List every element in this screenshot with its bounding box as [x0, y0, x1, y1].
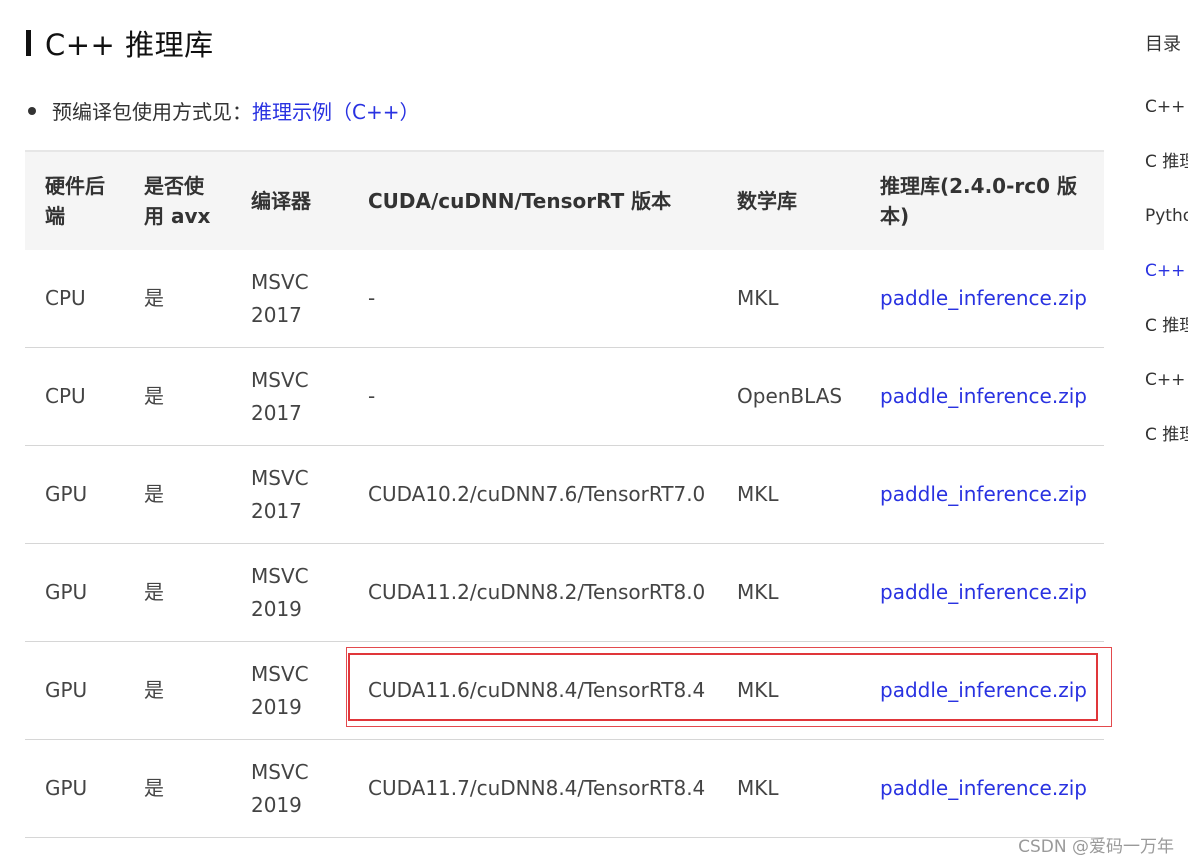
docs-page: C++ 推理库 预编译包使用方式见： 推理示例（C++） 硬件后端 是否使用 a… — [0, 0, 1188, 865]
column-header-avx: 是否使用 avx — [124, 150, 231, 250]
cell-download: paddle_inference.zip — [860, 641, 1104, 740]
cell-cuda-version: CUDA11.6/cuDNN8.4/TensorRT8.4 — [348, 641, 717, 740]
cell-hardware: GPU — [25, 739, 124, 838]
table-row: CPU 是 MSVC 2017 - MKL paddle_inference.z… — [25, 250, 1104, 348]
cell-hardware: CPU — [25, 250, 124, 348]
table-row: GPU 是 MSVC 2017 CUDA10.2/cuDNN7.6/Tensor… — [25, 445, 1104, 544]
download-link[interactable]: paddle_inference.zip — [880, 580, 1087, 604]
toc-title: 目录 — [1145, 34, 1181, 55]
column-header-cuda-version: CUDA/cuDNN/TensorRT 版本 — [348, 150, 717, 250]
download-link[interactable]: paddle_inference.zip — [880, 286, 1087, 310]
download-link[interactable]: paddle_inference.zip — [880, 384, 1087, 408]
cell-avx: 是 — [124, 250, 231, 348]
usage-note-text: 预编译包使用方式见： — [52, 100, 252, 124]
column-header-compiler: 编译器 — [231, 150, 348, 250]
cell-cuda-version: - — [348, 347, 717, 446]
toc-item[interactable]: C++ 推理库 — [1145, 365, 1188, 390]
cell-math-lib: MKL — [717, 739, 860, 838]
cell-cuda-version: CUDA11.7/cuDNN8.4/TensorRT8.4 — [348, 739, 717, 838]
cell-download: paddle_inference.zip — [860, 250, 1104, 348]
heading-accent-bar — [26, 30, 31, 56]
cell-compiler: MSVC 2017 — [231, 250, 348, 348]
cell-compiler: MSVC 2019 — [231, 543, 348, 642]
section-heading: C++ 推理库 — [26, 22, 214, 64]
column-header-download: 推理库(2.4.0-rc0 版本) — [860, 150, 1104, 250]
cell-hardware: GPU — [25, 445, 124, 544]
table-row: CPU 是 MSVC 2017 - OpenBLAS paddle_infere… — [25, 347, 1104, 446]
cell-cuda-version: CUDA11.2/cuDNN8.2/TensorRT8.0 — [348, 543, 717, 642]
download-link[interactable]: paddle_inference.zip — [880, 482, 1087, 506]
cell-avx: 是 — [124, 739, 231, 838]
toc-item-active[interactable]: C++ 推理库 — [1145, 256, 1188, 281]
cell-math-lib: MKL — [717, 543, 860, 642]
download-link[interactable]: paddle_inference.zip — [880, 776, 1087, 800]
cell-avx: 是 — [124, 543, 231, 642]
cell-avx: 是 — [124, 347, 231, 446]
column-header-hardware: 硬件后端 — [25, 150, 124, 250]
cell-math-lib: MKL — [717, 445, 860, 544]
cell-math-lib: MKL — [717, 250, 860, 348]
cell-compiler: MSVC 2019 — [231, 641, 348, 740]
cell-cuda-version: - — [348, 250, 717, 348]
table-row: GPU 是 MSVC 2019 CUDA11.2/cuDNN8.2/Tensor… — [25, 543, 1104, 642]
page-title: C++ 推理库 — [45, 28, 214, 62]
toc-item[interactable]: C 推理库 — [1145, 147, 1188, 172]
toc-item[interactable]: C++ 推理库 — [1145, 92, 1188, 117]
inference-example-link[interactable]: 推理示例（C++） — [252, 96, 419, 125]
toc-item[interactable]: Python 推理库 — [1145, 201, 1188, 226]
cell-hardware: CPU — [25, 347, 124, 446]
cell-hardware: GPU — [25, 543, 124, 642]
cell-compiler: MSVC 2017 — [231, 347, 348, 446]
column-header-math-lib: 数学库 — [717, 150, 860, 250]
cell-download: paddle_inference.zip — [860, 739, 1104, 838]
usage-note: 预编译包使用方式见： 推理示例（C++） — [28, 96, 419, 125]
table-header-row: 硬件后端 是否使用 avx 编译器 CUDA/cuDNN/TensorRT 版本… — [25, 150, 1104, 250]
cell-download: paddle_inference.zip — [860, 347, 1104, 446]
toc-item[interactable]: C 推理库 — [1145, 311, 1188, 336]
toc-item[interactable]: C 推理库 — [1145, 420, 1188, 445]
cell-download: paddle_inference.zip — [860, 445, 1104, 544]
cell-cuda-version: CUDA10.2/cuDNN7.6/TensorRT7.0 — [348, 445, 717, 544]
cell-avx: 是 — [124, 445, 231, 544]
bullet-dot-icon — [28, 106, 36, 115]
table-row: GPU 是 MSVC 2019 CUDA11.6/cuDNN8.4/Tensor… — [25, 641, 1104, 740]
cell-download: paddle_inference.zip — [860, 543, 1104, 642]
cell-math-lib: MKL — [717, 641, 860, 740]
table-row: GPU 是 MSVC 2019 CUDA11.7/cuDNN8.4/Tensor… — [25, 739, 1104, 838]
cell-math-lib: OpenBLAS — [717, 347, 860, 446]
download-link[interactable]: paddle_inference.zip — [880, 678, 1087, 702]
inference-library-table: 硬件后端 是否使用 avx 编译器 CUDA/cuDNN/TensorRT 版本… — [25, 150, 1104, 838]
watermark: CSDN @爱码一万年 — [1018, 837, 1174, 857]
cell-compiler: MSVC 2019 — [231, 739, 348, 838]
cell-compiler: MSVC 2017 — [231, 445, 348, 544]
cell-avx: 是 — [124, 641, 231, 740]
cell-hardware: GPU — [25, 641, 124, 740]
